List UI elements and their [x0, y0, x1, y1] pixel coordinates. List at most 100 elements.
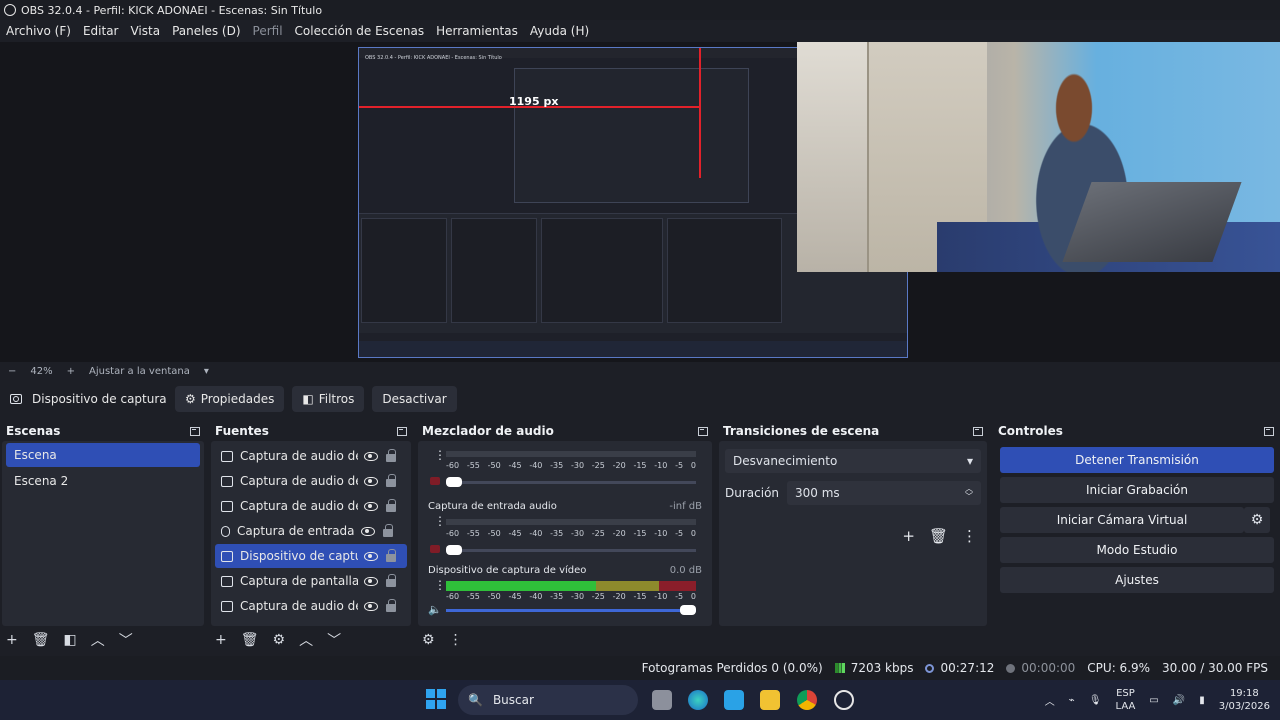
chevron-up-icon[interactable]: ︿	[91, 630, 105, 650]
eye-icon[interactable]	[364, 601, 378, 611]
deactivate-button[interactable]: Desactivar	[372, 386, 457, 412]
lock-icon[interactable]	[383, 524, 393, 537]
network-icon[interactable]: ⌁	[1069, 695, 1075, 706]
eye-icon[interactable]	[364, 576, 378, 586]
menu-vista[interactable]: Vista	[130, 24, 160, 38]
eye-icon[interactable]	[361, 526, 375, 536]
source-item[interactable]: Captura de audio de ap	[215, 594, 407, 618]
camera-icon	[10, 394, 22, 404]
volume-slider[interactable]	[446, 605, 696, 615]
microphone-icon[interactable]: 🎙	[1089, 695, 1102, 706]
clock[interactable]: 19:18 3/03/2026	[1219, 687, 1270, 713]
source-item[interactable]: Captura de pantalla	[215, 569, 407, 593]
trash-icon[interactable]: 🗑	[929, 527, 948, 545]
volume-icon[interactable]: 🔊	[1173, 695, 1185, 706]
menu-ayuda[interactable]: Ayuda (H)	[530, 24, 589, 38]
source-item[interactable]: Captura de audio de ap	[215, 444, 407, 468]
chevron-up-icon[interactable]: ︿	[1045, 693, 1055, 708]
undock-icon[interactable]	[190, 426, 200, 436]
lock-icon[interactable]	[386, 574, 396, 587]
filter-icon: ◧	[302, 392, 314, 406]
chevron-down-icon[interactable]: ﹀	[327, 630, 341, 650]
trash-icon[interactable]: 🗑	[241, 632, 259, 648]
lock-icon[interactable]	[386, 599, 396, 612]
meter-tick-label: -55	[466, 529, 480, 538]
channel-menu-icon[interactable]: ⋮	[434, 515, 446, 527]
battery-icon[interactable]: ▮	[1199, 695, 1205, 706]
start-recording-button[interactable]: Iniciar Grabación	[1000, 477, 1274, 503]
obs-icon[interactable]	[834, 690, 854, 710]
windows-start-icon[interactable]	[426, 689, 446, 709]
settings-button[interactable]: Ajustes	[1000, 567, 1274, 593]
source-label: Captura de audio de ap	[240, 499, 358, 513]
source-item[interactable]: Captura de audio de ap	[215, 494, 407, 518]
edge-icon[interactable]	[688, 690, 708, 710]
file-explorer-icon[interactable]	[760, 690, 780, 710]
fit-window-dropdown[interactable]: Ajustar a la ventana	[89, 366, 190, 377]
menu-perfil[interactable]: Perfil	[253, 24, 283, 38]
lock-icon[interactable]	[386, 474, 396, 487]
lock-icon[interactable]	[386, 549, 396, 562]
meter-tick-label: -60	[446, 592, 460, 601]
gear-icon[interactable]: ⚙	[273, 632, 286, 648]
menu-paneles[interactable]: Paneles (D)	[172, 24, 240, 38]
filter-icon[interactable]: ◧	[64, 632, 77, 648]
mixer-settings-icon[interactable]: ⚙	[422, 632, 435, 648]
volume-slider[interactable]	[446, 477, 696, 487]
chevron-down-icon[interactable]: ﹀	[119, 630, 133, 650]
menu-archivo[interactable]: Archivo (F)	[6, 24, 71, 38]
menu-herramientas[interactable]: Herramientas	[436, 24, 518, 38]
display-icon[interactable]: ▭	[1149, 695, 1158, 706]
volume-slider[interactable]	[446, 545, 696, 555]
mute-icon[interactable]	[430, 477, 440, 485]
chevron-down-icon[interactable]: ▾	[204, 366, 209, 377]
source-item[interactable]: Captura de entrada auc	[215, 519, 407, 543]
filters-button[interactable]: ◧ Filtros	[292, 386, 365, 412]
eye-icon[interactable]	[364, 476, 378, 486]
virtual-camera-settings-button[interactable]: ⚙	[1244, 507, 1270, 533]
language-indicator[interactable]: ESP LAA	[1116, 687, 1136, 713]
add-icon[interactable]: +	[902, 527, 915, 545]
add-icon[interactable]: +	[215, 632, 227, 648]
channel-menu-icon[interactable]: ⋮	[434, 579, 446, 591]
preview-area[interactable]: OBS 32.0.4 - Perfil: KICK ADONAEI - Esce…	[0, 42, 1280, 362]
trash-icon[interactable]: 🗑	[32, 632, 50, 648]
scene-item[interactable]: Escena 2	[6, 469, 200, 493]
stop-stream-button[interactable]: Detener Transmisión	[1000, 447, 1274, 473]
store-icon[interactable]	[724, 690, 744, 710]
eye-icon[interactable]	[364, 451, 378, 461]
undock-icon[interactable]	[397, 426, 407, 436]
studio-mode-button[interactable]: Modo Estudio	[1000, 537, 1274, 563]
add-icon[interactable]: +	[6, 632, 18, 648]
taskbar-search[interactable]: 🔍 Buscar	[458, 685, 638, 715]
undock-icon[interactable]	[973, 426, 983, 436]
task-view-icon[interactable]	[652, 690, 672, 710]
undock-icon[interactable]	[1264, 426, 1274, 436]
speaker-icon[interactable]: 🔈	[428, 603, 442, 616]
lock-icon[interactable]	[386, 499, 396, 512]
start-virtual-camera-button[interactable]: Iniciar Cámara Virtual	[1000, 507, 1244, 533]
menu-coleccion-escenas[interactable]: Colección de Escenas	[295, 24, 425, 38]
zoom-in-button[interactable]: +	[67, 366, 75, 377]
source-item[interactable]: Dispositivo de captura d	[215, 544, 407, 568]
eye-icon[interactable]	[364, 551, 378, 561]
zoom-out-button[interactable]: −	[8, 366, 16, 377]
undock-icon[interactable]	[698, 426, 708, 436]
meter-scale: -60 -55 -50 -45 -40 -35 -30 -25 -20 -15 -10 -5 0	[446, 592, 696, 601]
more-options-icon[interactable]: ⋮	[962, 527, 977, 545]
properties-button[interactable]: ⚙ Propiedades	[175, 386, 285, 412]
duration-input[interactable]: 300 ms ︿ ﹀	[787, 481, 981, 505]
source-item[interactable]: Captura de audio de ap	[215, 469, 407, 493]
more-options-icon[interactable]: ⋮	[449, 632, 463, 648]
spinner-icon[interactable]: ︿ ﹀	[965, 485, 973, 501]
chevron-up-icon[interactable]: ︿	[299, 630, 313, 650]
menu-editar[interactable]: Editar	[83, 24, 119, 38]
chrome-icon[interactable]	[797, 690, 817, 710]
meter-tick-label: -40	[529, 592, 543, 601]
lock-icon[interactable]	[386, 449, 396, 462]
transition-select[interactable]: Desvanecimiento ▾	[725, 449, 981, 473]
eye-icon[interactable]	[364, 501, 378, 511]
scene-item[interactable]: Escena	[6, 443, 200, 467]
channel-menu-icon[interactable]: ⋮	[434, 449, 446, 461]
mute-icon[interactable]	[430, 545, 440, 553]
